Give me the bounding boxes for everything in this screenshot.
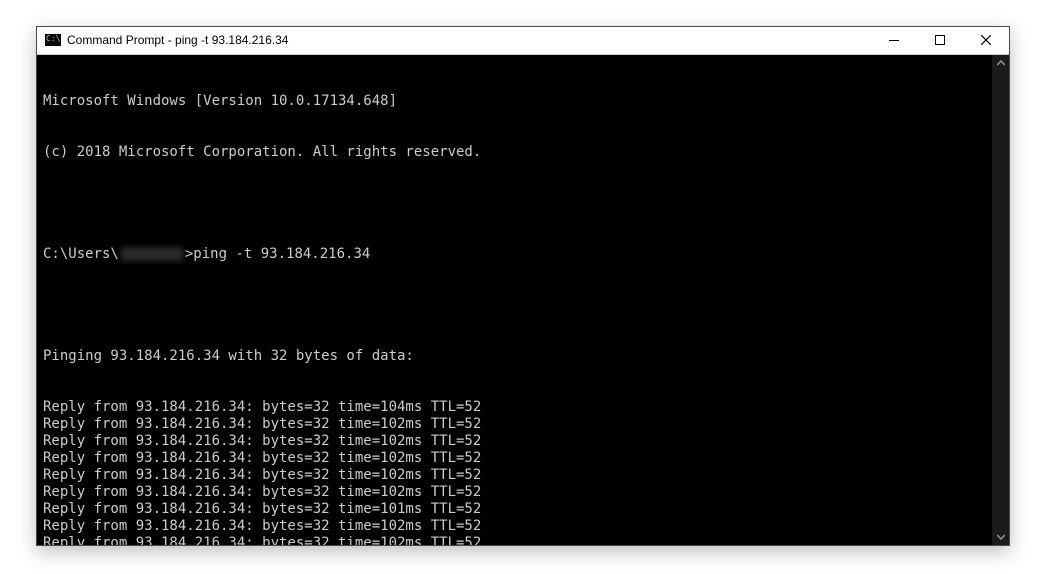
ping-reply-line: Reply from 93.184.216.34: bytes=32 time=… [43,501,986,518]
ping-reply-line: Reply from 93.184.216.34: bytes=32 time=… [43,433,986,450]
ping-reply-line: Reply from 93.184.216.34: bytes=32 time=… [43,518,986,535]
close-icon [981,35,991,45]
console-blank-line [43,297,986,314]
chevron-up-icon [997,59,1005,67]
console-output[interactable]: Microsoft Windows [Version 10.0.17134.64… [37,55,992,545]
console-prompt-line: C:\Users\ >ping -t 93.184.216.34 [43,246,986,263]
window-controls [871,27,1009,54]
command-prompt-window: Command Prompt - ping -t 93.184.216.34 M… [36,26,1010,546]
vertical-scrollbar[interactable] [992,55,1009,545]
prompt-suffix: > [185,246,193,263]
console-blank-line [43,195,986,212]
console-line: Microsoft Windows [Version 10.0.17134.64… [43,93,986,110]
ping-reply-line: Reply from 93.184.216.34: bytes=32 time=… [43,399,986,416]
ping-reply-line: Reply from 93.184.216.34: bytes=32 time=… [43,484,986,501]
minimize-button[interactable] [871,27,917,54]
chevron-down-icon [997,533,1005,541]
ping-reply-line: Reply from 93.184.216.34: bytes=32 time=… [43,450,986,467]
ping-replies: Reply from 93.184.216.34: bytes=32 time=… [43,399,986,545]
titlebar[interactable]: Command Prompt - ping -t 93.184.216.34 [37,27,1009,55]
prompt-prefix: C:\Users\ [43,246,119,263]
scroll-down-button[interactable] [992,528,1009,545]
command-prompt-icon [45,34,61,46]
window-title: Command Prompt - ping -t 93.184.216.34 [67,33,871,47]
maximize-icon [935,35,945,45]
console-line: (c) 2018 Microsoft Corporation. All righ… [43,144,986,161]
redacted-username [121,247,183,261]
close-button[interactable] [963,27,1009,54]
ping-reply-line: Reply from 93.184.216.34: bytes=32 time=… [43,467,986,484]
ping-reply-line: Reply from 93.184.216.34: bytes=32 time=… [43,416,986,433]
entered-command: ping -t 93.184.216.34 [193,246,370,263]
scroll-up-button[interactable] [992,55,1009,72]
ping-reply-line: Reply from 93.184.216.34: bytes=32 time=… [43,535,986,545]
console-line: Pinging 93.184.216.34 with 32 bytes of d… [43,348,986,365]
maximize-button[interactable] [917,27,963,54]
minimize-icon [889,40,899,41]
